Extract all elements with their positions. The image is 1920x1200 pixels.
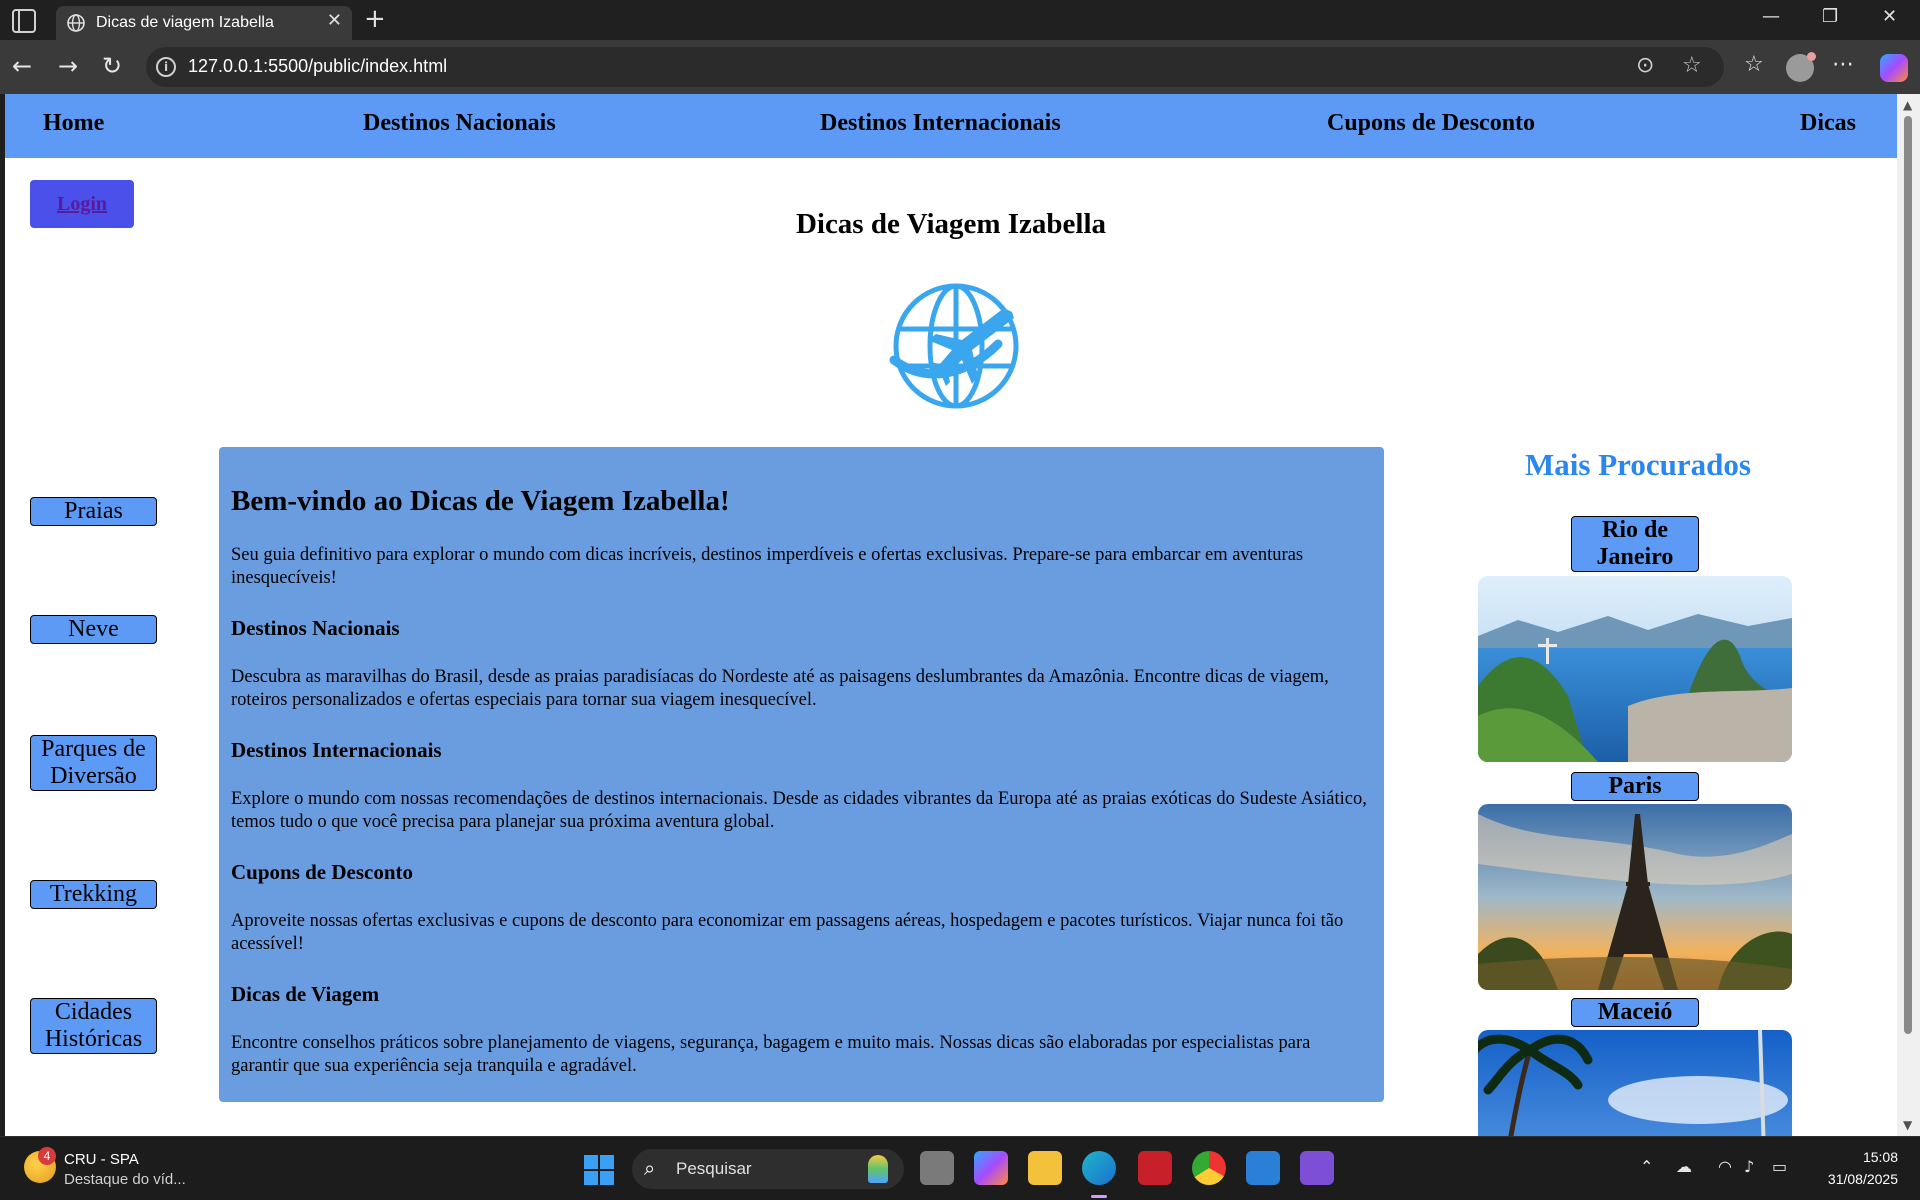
browser-tab[interactable]: Dicas de viagem Izabella ✕	[56, 6, 352, 40]
favorite-star-icon[interactable]: ☆	[1682, 53, 1702, 78]
chrome-icon[interactable]	[1192, 1151, 1226, 1185]
section-text: Explore o mundo com nossas recomendações…	[231, 789, 1367, 832]
rio-de-janeiro-image[interactable]	[1478, 576, 1792, 762]
more-options-icon[interactable]: ⋯	[1832, 52, 1854, 77]
nav-destinos-nacionais[interactable]: Destinos Nacionais	[363, 110, 556, 137]
site-title: Dicas de Viagem Izabella	[795, 208, 1107, 240]
widget-title[interactable]: CRU - SPA	[64, 1151, 139, 1168]
section-heading: Destinos Nacionais	[231, 616, 400, 640]
welcome-heading: Bem-vindo ao Dicas de Viagem Izabella!	[231, 485, 730, 517]
clock-date[interactable]: 31/08/2025	[1812, 1171, 1898, 1187]
forward-icon[interactable]: →	[58, 53, 78, 79]
favorites-icon[interactable]: ☆	[1744, 52, 1764, 77]
battery-icon[interactable]: ▭	[1772, 1157, 1787, 1176]
sidebar-item-cidades-historicas[interactable]: Cidades Históricas	[30, 998, 157, 1054]
scroll-thumb[interactable]	[1904, 116, 1912, 1034]
sidebar-item-parques-de-diversao[interactable]: Parques de Diversão	[30, 735, 157, 791]
file-explorer-icon[interactable]	[1028, 1151, 1062, 1185]
top-navigation: Home Destinos Nacionais Destinos Interna…	[5, 94, 1897, 158]
section-heading: Dicas de Viagem	[231, 982, 380, 1006]
taskbar-search[interactable]: ⌕ Pesquisar	[632, 1149, 904, 1189]
page-scrollbar[interactable]: ▲ ▼	[1897, 94, 1920, 1136]
popular-title: Mais Procurados	[1525, 447, 1751, 482]
reader-icon[interactable]: ⊙	[1636, 53, 1654, 78]
restore-icon[interactable]: ❐	[1822, 6, 1838, 27]
scroll-down-icon[interactable]: ▼	[1903, 1118, 1912, 1132]
tab-actions-icon[interactable]	[12, 9, 36, 33]
refresh-icon[interactable]: ↻	[102, 53, 122, 79]
scroll-up-icon[interactable]: ▲	[1903, 98, 1912, 112]
notification-badge: 4	[38, 1147, 56, 1165]
volume-icon[interactable]: ♪	[1744, 1157, 1754, 1176]
welcome-intro: Seu guia definitivo para explorar o mund…	[231, 545, 1304, 588]
sidebar-item-trekking[interactable]: Trekking	[30, 880, 157, 909]
tab-title: Dicas de viagem Izabella	[96, 14, 274, 31]
sidebar-item-neve[interactable]: Neve	[30, 615, 157, 644]
copilot-icon[interactable]	[1880, 54, 1908, 82]
search-highlight-icon	[868, 1155, 888, 1183]
welcome-panel: Bem-vindo ao Dicas de Viagem Izabella! S…	[219, 447, 1384, 1102]
nav-cupons-de-desconto[interactable]: Cupons de Desconto	[1327, 110, 1535, 137]
mcafee-icon[interactable]	[1138, 1151, 1172, 1185]
show-hidden-icons-icon[interactable]: ⌃	[1640, 1157, 1653, 1176]
page-viewport: Home Destinos Nacionais Destinos Interna…	[5, 94, 1897, 1136]
section-text: Aproveite nossas ofertas exclusivas e cu…	[231, 911, 1344, 954]
visual-studio-icon[interactable]	[1300, 1151, 1334, 1185]
widget-subtitle[interactable]: Destaque do víd...	[64, 1171, 186, 1188]
cloud-icon[interactable]: ☁	[1676, 1157, 1692, 1176]
edge-icon[interactable]	[1082, 1151, 1116, 1185]
paris-image[interactable]	[1478, 804, 1792, 990]
close-window-icon[interactable]: ✕	[1882, 6, 1897, 27]
address-bar[interactable]: i 127.0.0.1:5500/public/index.html ⊙ ☆	[146, 47, 1724, 87]
wifi-icon[interactable]: ◠	[1718, 1157, 1732, 1176]
section-text: Encontre conselhos práticos sobre planej…	[231, 1033, 1311, 1076]
search-icon: ⌕	[644, 1156, 656, 1180]
nav-home[interactable]: Home	[43, 110, 104, 137]
clock-time[interactable]: 15:08	[1838, 1149, 1898, 1165]
section-text: Descubra as maravilhas do Brasil, desde …	[231, 667, 1329, 710]
globe-icon	[67, 14, 85, 32]
task-view-icon[interactable]	[920, 1151, 954, 1185]
destination-label-maceio[interactable]: Maceió	[1571, 998, 1699, 1027]
windows-taskbar: 4 CRU - SPA Destaque do víd... ⌕ Pesquis…	[0, 1136, 1920, 1200]
close-tab-icon[interactable]: ✕	[327, 10, 342, 31]
search-placeholder: Pesquisar	[676, 1159, 752, 1178]
url-text[interactable]: 127.0.0.1:5500/public/index.html	[188, 56, 447, 77]
active-app-indicator	[1091, 1195, 1107, 1198]
profile-avatar[interactable]	[1786, 52, 1816, 82]
vscode-icon[interactable]	[1246, 1151, 1280, 1185]
destination-label-rio[interactable]: Rio de Janeiro	[1571, 516, 1699, 572]
back-icon[interactable]: ←	[12, 53, 32, 79]
copilot-app-icon[interactable]	[974, 1151, 1008, 1185]
site-info-icon[interactable]: i	[156, 57, 176, 77]
globe-airplane-logo	[889, 283, 1019, 409]
section-heading: Destinos Internacionais	[231, 738, 442, 762]
nav-dicas[interactable]: Dicas	[1800, 110, 1856, 137]
new-tab-icon[interactable]: +	[364, 4, 386, 34]
minimize-icon[interactable]: —	[1762, 6, 1780, 27]
maceio-image[interactable]	[1478, 1030, 1792, 1136]
sidebar-item-praias[interactable]: Praias	[30, 497, 157, 526]
browser-toolbar: ← → ↻ i 127.0.0.1:5500/public/index.html…	[0, 40, 1920, 94]
browser-tab-bar: Dicas de viagem Izabella ✕ + — ❐ ✕	[0, 0, 1920, 40]
destination-label-paris[interactable]: Paris	[1571, 772, 1699, 801]
section-heading: Cupons de Desconto	[231, 860, 414, 884]
nav-destinos-internacionais[interactable]: Destinos Internacionais	[820, 110, 1061, 137]
start-icon[interactable]	[584, 1155, 614, 1185]
